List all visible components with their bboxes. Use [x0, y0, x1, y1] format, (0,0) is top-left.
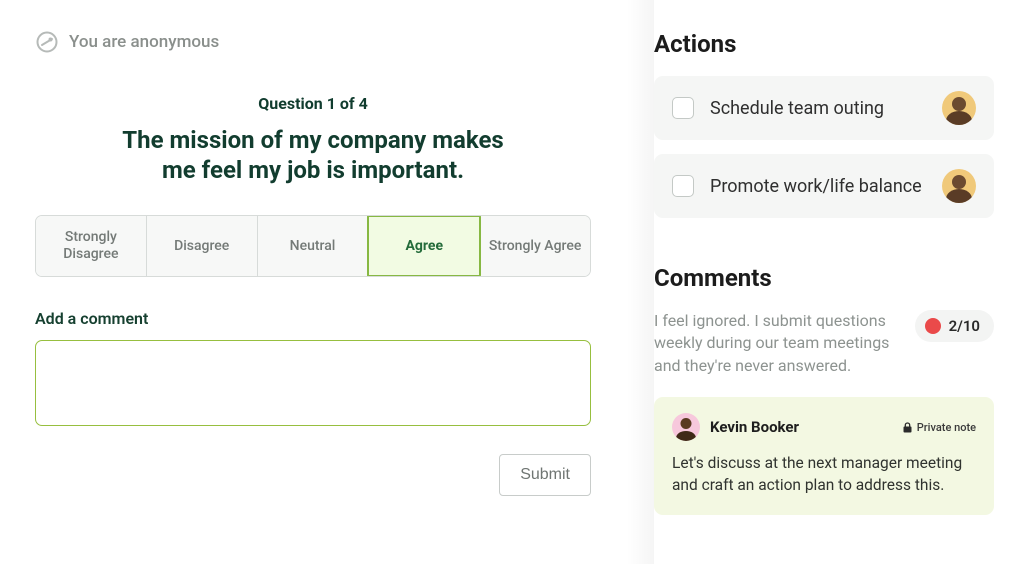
avatar — [672, 413, 700, 441]
likert-option[interactable]: Strongly Disagree — [36, 216, 147, 276]
score-dot-icon — [925, 318, 941, 334]
likert-option[interactable]: Disagree — [147, 216, 258, 276]
panel-divider — [626, 0, 654, 564]
private-note-label: Private note — [917, 421, 976, 434]
avatar — [942, 169, 976, 203]
actions-title: Actions — [654, 30, 994, 58]
action-label: Promote work/life balance — [710, 176, 942, 197]
comments-title: Comments — [654, 264, 994, 292]
action-checkbox[interactable] — [672, 175, 694, 197]
sentiment-score: 2/10 — [915, 310, 994, 342]
comment-textarea[interactable] — [35, 340, 591, 426]
action-label: Schedule team outing — [710, 98, 942, 119]
anonymous-indicator: You are anonymous — [35, 30, 591, 54]
comment-label: Add a comment — [35, 309, 591, 328]
score-value: 2/10 — [949, 317, 980, 335]
private-note-tag: Private note — [903, 421, 976, 434]
action-item: Schedule team outing — [654, 76, 994, 140]
likert-option[interactable]: Agree — [367, 215, 481, 277]
avatar — [942, 91, 976, 125]
comment-body: I feel ignored. I submit questions weekl… — [654, 310, 895, 377]
question-counter: Question 1 of 4 — [35, 94, 591, 113]
anonymous-icon — [35, 30, 59, 54]
manager-panel: Actions Schedule team outing Promote wor… — [654, 0, 1024, 564]
anonymous-text: You are anonymous — [69, 32, 219, 52]
note-body: Let's discuss at the next manager meetin… — [672, 453, 976, 496]
submit-button[interactable]: Submit — [499, 454, 591, 496]
likert-scale: Strongly DisagreeDisagreeNeutralAgreeStr… — [35, 215, 591, 277]
lock-icon — [903, 422, 912, 433]
action-item: Promote work/life balance — [654, 154, 994, 218]
comments-section: Comments I feel ignored. I submit questi… — [654, 264, 994, 515]
likert-option[interactable]: Neutral — [258, 216, 369, 276]
question-text: The mission of my company makes me feel … — [113, 125, 513, 185]
note-author: Kevin Booker — [710, 418, 893, 436]
survey-panel: You are anonymous Question 1 of 4 The mi… — [0, 0, 626, 564]
question-block: Question 1 of 4 The mission of my compan… — [35, 94, 591, 185]
action-checkbox[interactable] — [672, 97, 694, 119]
likert-option[interactable]: Strongly Agree — [480, 216, 590, 276]
private-note-card: Kevin Booker Private note Let's discuss … — [654, 397, 994, 514]
